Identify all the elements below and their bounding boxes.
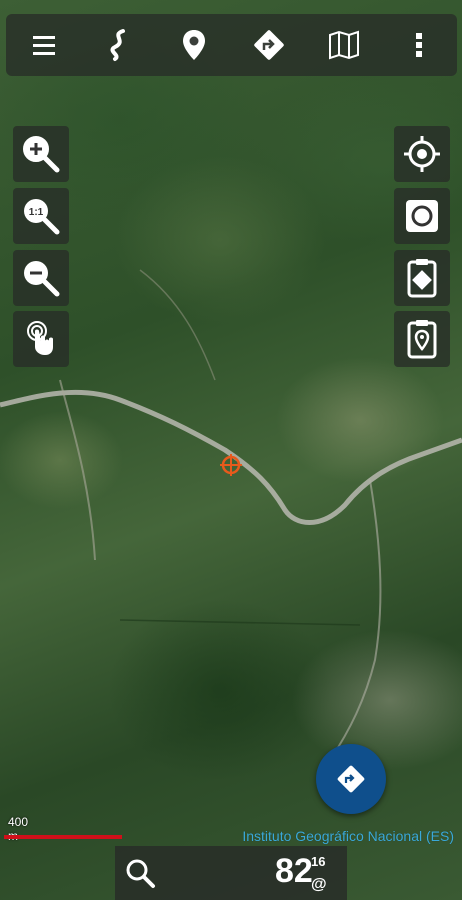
tracks-button[interactable] bbox=[91, 17, 147, 73]
zoom-out-icon bbox=[24, 261, 60, 297]
zoom-superscript: 16 bbox=[311, 854, 326, 869]
zoom-in-icon bbox=[23, 136, 60, 173]
record-icon bbox=[406, 200, 438, 232]
waypoints-button[interactable] bbox=[166, 17, 222, 73]
routes-button[interactable] bbox=[241, 17, 297, 73]
touch-gesture-icon bbox=[27, 321, 53, 355]
record-button[interactable] bbox=[394, 188, 450, 244]
menu-button[interactable] bbox=[16, 17, 72, 73]
navigate-icon bbox=[337, 765, 365, 793]
map-attribution[interactable]: Instituto Geográfico Nacional (ES) bbox=[242, 828, 454, 844]
bottom-bar: 82 16 @ bbox=[115, 846, 347, 900]
zoom-level: 82 bbox=[275, 852, 313, 890]
clipboard-waypoint-icon bbox=[407, 320, 437, 359]
search-icon bbox=[126, 859, 155, 888]
zoom-at-sign: @ bbox=[311, 876, 327, 893]
waypoint-clipboard-button[interactable] bbox=[394, 311, 450, 367]
touch-gesture-button[interactable] bbox=[13, 311, 69, 367]
maps-icon bbox=[329, 30, 360, 60]
more-button[interactable] bbox=[391, 17, 447, 73]
maps-button[interactable] bbox=[316, 17, 372, 73]
navigate-fab[interactable] bbox=[316, 744, 386, 814]
zoom-out-button[interactable] bbox=[13, 250, 69, 306]
zoom-in-button[interactable] bbox=[13, 126, 69, 182]
map-roads bbox=[0, 269, 462, 761]
map-target-marker bbox=[220, 454, 242, 476]
waypoint-icon bbox=[182, 30, 205, 60]
menu-icon bbox=[32, 36, 55, 55]
track-icon bbox=[110, 29, 125, 61]
zoom-1to1-icon: 1:1 bbox=[24, 199, 60, 235]
route-clipboard-button[interactable] bbox=[394, 250, 450, 306]
route-icon bbox=[254, 30, 284, 60]
zoom-1to1-button[interactable]: 1:1 bbox=[13, 188, 69, 244]
zoom-readout[interactable]: 82 16 @ bbox=[275, 852, 327, 893]
svg-text:1:1: 1:1 bbox=[29, 207, 44, 218]
clipboard-route-icon bbox=[407, 259, 437, 298]
locate-button[interactable] bbox=[394, 126, 450, 182]
search-button[interactable] bbox=[115, 846, 165, 900]
locate-crosshair-icon bbox=[404, 136, 440, 172]
more-vertical-icon bbox=[416, 33, 423, 57]
top-toolbar bbox=[6, 14, 457, 76]
scale-bar bbox=[4, 835, 122, 839]
satellite-map[interactable] bbox=[0, 0, 462, 900]
